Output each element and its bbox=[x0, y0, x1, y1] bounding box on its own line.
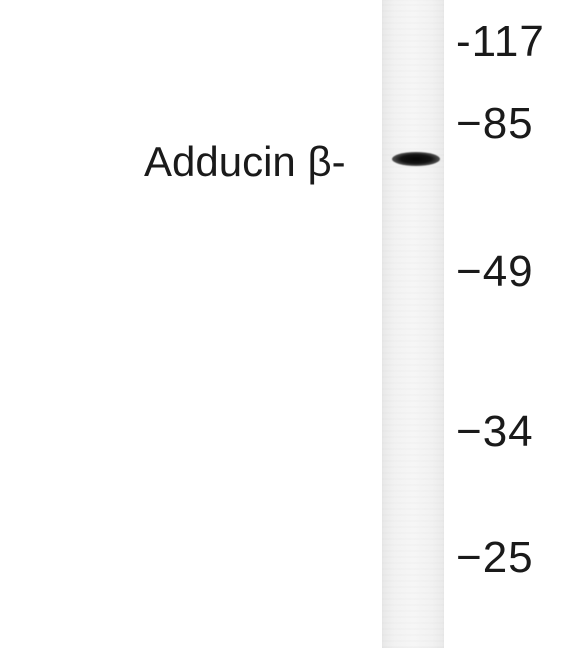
molecular-weight-marker-85: −85 bbox=[456, 99, 534, 148]
molecular-weight-marker-49: −49 bbox=[456, 247, 534, 296]
western-blot-image: Adducin β- -117 −85 −49 −34 −25 bbox=[0, 0, 585, 648]
band-label: Adducin β- bbox=[144, 138, 346, 185]
protein-band bbox=[392, 152, 440, 166]
molecular-weight-marker-25: −25 bbox=[456, 533, 534, 582]
molecular-weight-marker-34: −34 bbox=[456, 407, 534, 456]
molecular-weight-marker-117: -117 bbox=[456, 17, 545, 66]
gel-lane bbox=[382, 0, 444, 648]
